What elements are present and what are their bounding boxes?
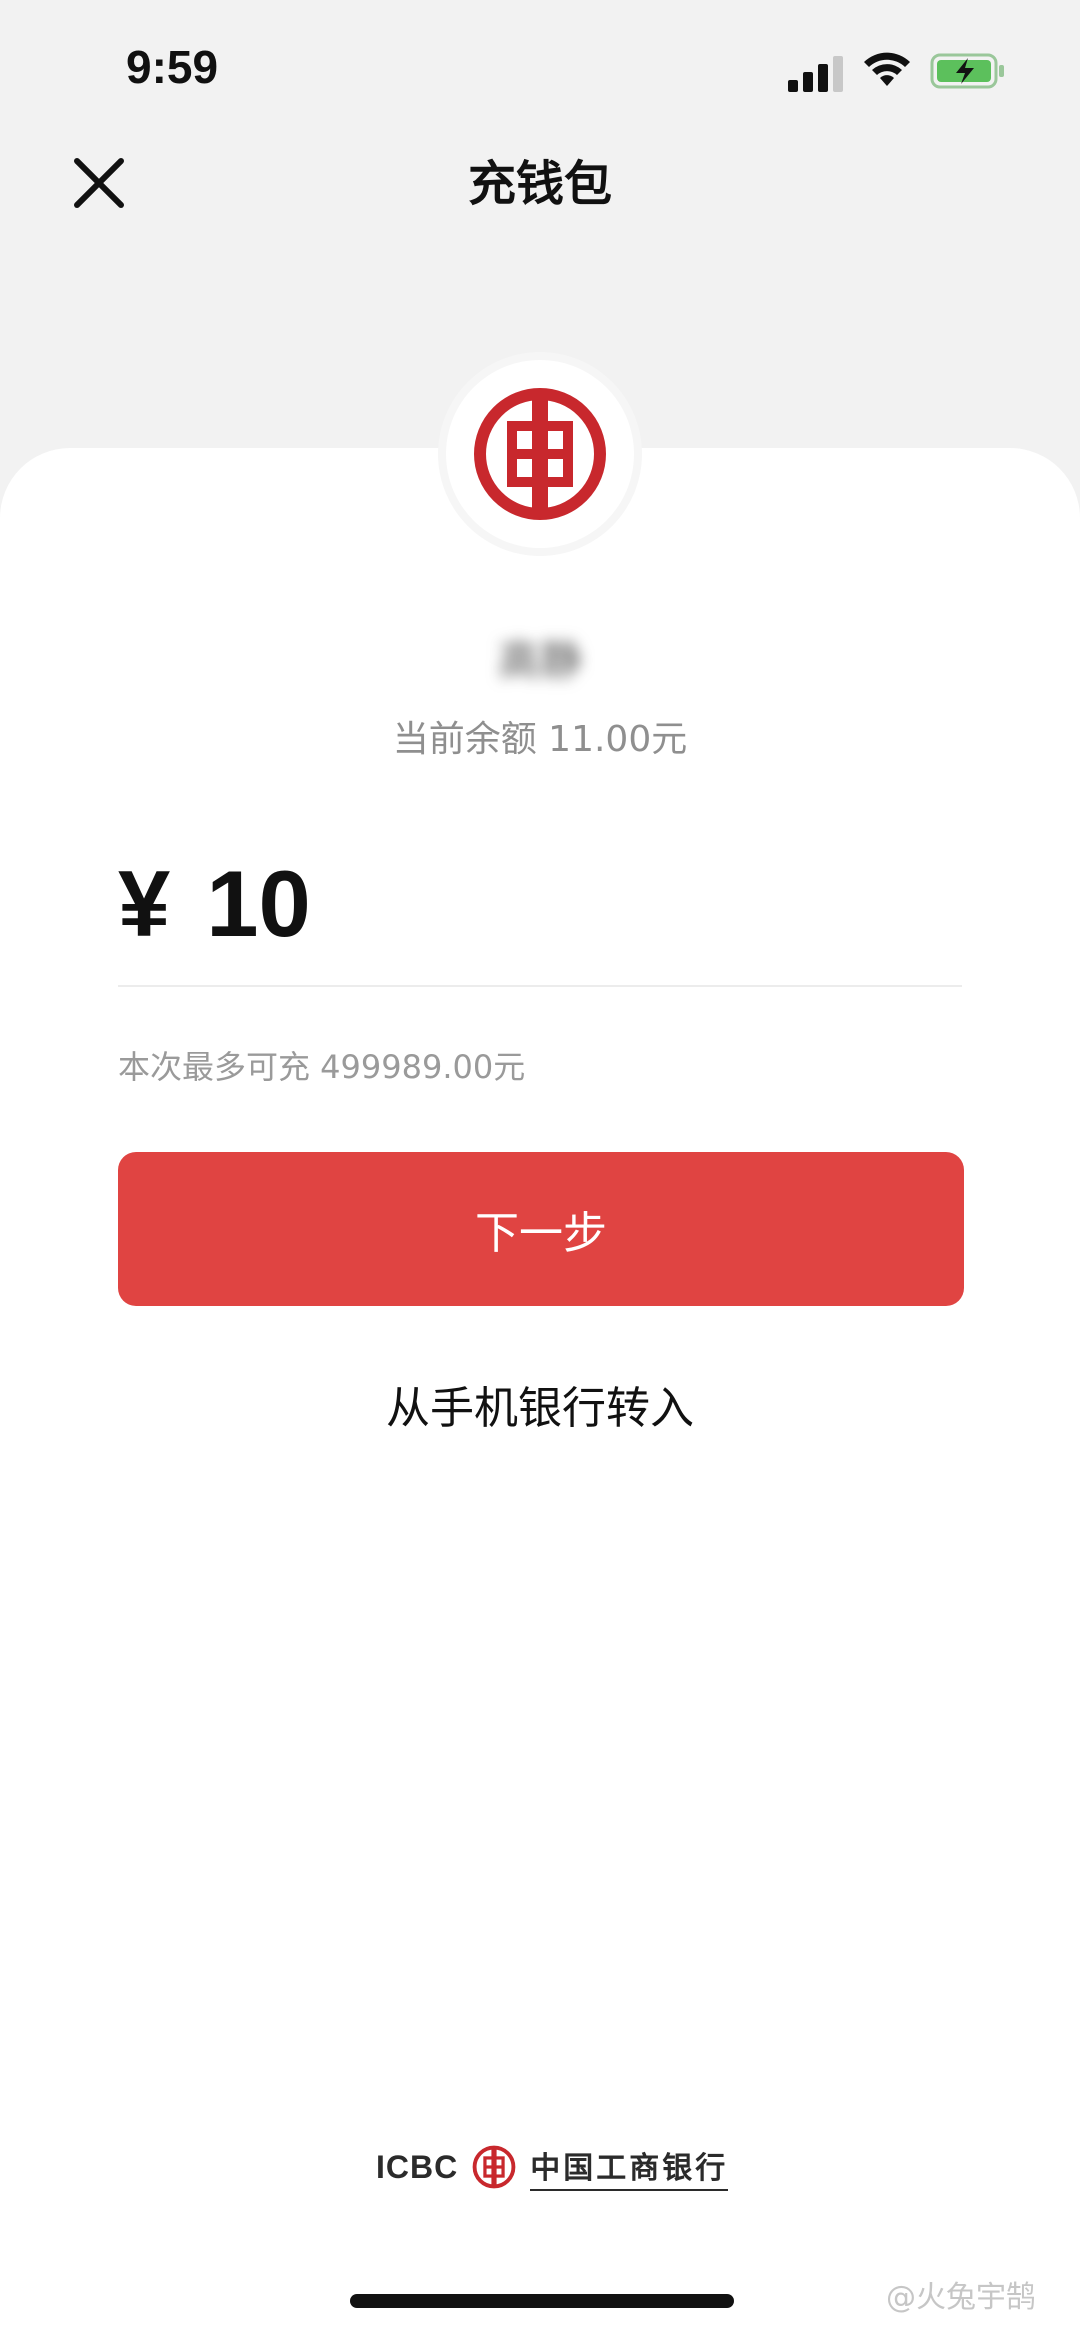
home-indicator[interactable] (350, 2294, 734, 2308)
footer-icbc-logo-icon (472, 2145, 516, 2189)
amount-value: 10 (206, 851, 311, 956)
account-holder-name: 高静 (497, 635, 582, 685)
current-balance: 当前余额 11.00元 (392, 719, 688, 760)
transfer-from-mobile-bank-link[interactable]: 从手机银行转入 (0, 1372, 1080, 1436)
watermark: @火兔宇鹄 (886, 2280, 1036, 2315)
amount-divider (118, 985, 962, 987)
status-time: 9:59 (126, 41, 219, 93)
battery-charging-icon (930, 53, 1004, 89)
bank-logo (446, 360, 634, 548)
wifi-icon (864, 52, 910, 86)
page-title: 充钱包 (467, 156, 612, 212)
footer-brand-abbr: ICBC (376, 2148, 459, 2185)
footer-bank-name: 中国工商银行 (530, 2143, 729, 2191)
bank-footer-brand: ICBC 中国工商银行 (376, 2142, 729, 2192)
cellular-signal-icon (788, 56, 843, 92)
currency-symbol: ¥ (118, 851, 171, 956)
icbc-logo-icon (474, 388, 606, 520)
max-recharge-limit: 本次最多可充 499989.00元 (118, 1048, 526, 1086)
next-button[interactable]: 下一步 (118, 1152, 964, 1306)
amount-input[interactable]: ¥ 10 (118, 850, 311, 958)
